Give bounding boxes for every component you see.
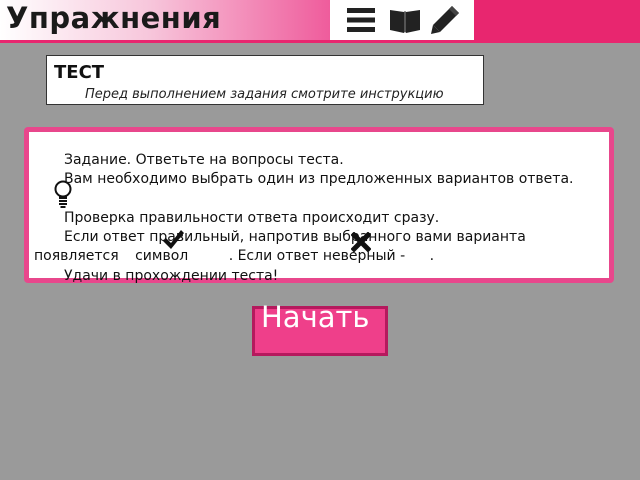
toolbar-icons — [334, 0, 470, 40]
instruction-line-task: Задание. Ответьте на вопросы теста. — [34, 151, 609, 170]
title-segment: Упражнения — [0, 0, 330, 40]
instruction-text: Вам необходимо выбрать один из предложен… — [64, 171, 574, 187]
instruction-panel: Задание. Ответьте на вопросы теста. Вам … — [24, 127, 614, 286]
test-subtitle: Перед выполнением задания смотрите инстр… — [85, 87, 444, 102]
header-divider — [0, 40, 640, 43]
instruction-text: . — [429, 248, 435, 264]
book-icon[interactable] — [388, 3, 422, 37]
instruction-text: Проверка правильности ответа происходит … — [64, 210, 440, 226]
cross-icon — [351, 232, 371, 252]
header-accent-bar — [474, 0, 640, 40]
pencil-icon[interactable] — [428, 3, 462, 37]
instruction-line-symbols: Если ответ правильный, напротив выбранно… — [34, 228, 609, 266]
menu-icon[interactable] — [344, 3, 378, 37]
instruction-line-check: Проверка правильности ответа происходит … — [34, 209, 609, 228]
instruction-text: Задание. Ответьте на вопросы теста. — [64, 152, 344, 168]
instruction-text: . Если ответ неверный - — [228, 248, 406, 264]
instruction-line-choose: Вам необходимо выбрать один из предложен… — [34, 170, 609, 189]
instruction-line-luck: Удачи в прохождении теста! — [34, 267, 609, 286]
checkmark-icon — [163, 230, 184, 249]
app-title: Упражнения — [6, 1, 222, 35]
instruction-text: Удачи в прохождении теста! — [64, 268, 279, 284]
test-header-box: ТЕСТ Перед выполнением задания смотрите … — [46, 55, 484, 105]
start-button-label: Начать — [261, 300, 370, 334]
test-title: ТЕСТ — [54, 62, 105, 83]
top-bar: Упражнения — [0, 0, 640, 43]
start-button[interactable]: Начать — [252, 301, 388, 356]
lightbulb-icon — [54, 180, 72, 208]
